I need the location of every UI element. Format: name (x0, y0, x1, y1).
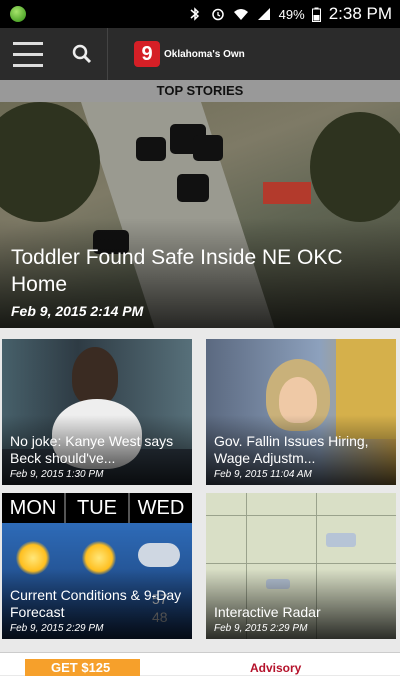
ad-offer: GET $125 (25, 659, 140, 676)
signal-icon (257, 8, 270, 20)
story-card[interactable]: Interactive Radar Feb 9, 2015 2:29 PM (206, 493, 396, 639)
card-date: Feb 9, 2015 2:29 PM (214, 623, 308, 634)
forecast-day: WED (137, 497, 185, 519)
battery-percent: 49% (278, 6, 305, 22)
bluetooth-icon (190, 7, 199, 21)
hero-image-car (177, 174, 209, 202)
map-border (206, 515, 396, 516)
cloud-icon (138, 543, 180, 567)
menu-icon (13, 38, 43, 71)
section-title: TOP STORIES (0, 80, 400, 102)
alarm-icon (211, 8, 224, 21)
card-title: Current Conditions & 9-Day Forecast (10, 587, 182, 620)
brand-name: Oklahoma's Own (164, 48, 245, 60)
hero-date: Feb 9, 2015 2:14 PM (11, 303, 144, 319)
clock: 2:38 PM (328, 4, 392, 23)
story-image-person (72, 347, 118, 405)
brand-logo: 9 Oklahoma's Own (108, 41, 245, 67)
forecast-day: TUE (66, 493, 130, 523)
hero-image-truck (263, 182, 311, 204)
hero-image-tree (310, 112, 400, 222)
menu-button[interactable] (0, 28, 56, 80)
search-button[interactable] (56, 28, 108, 80)
card-date: Feb 9, 2015 1:30 PM (10, 469, 104, 480)
status-bar: 49% 2:38 PM (0, 0, 400, 28)
wifi-icon (233, 9, 248, 20)
story-card[interactable]: Gov. Fallin Issues Hiring, Wage Adjustm.… (206, 339, 396, 485)
green-notification-icon (10, 6, 26, 22)
status-icons: 49% (187, 7, 321, 22)
card-title: Interactive Radar (214, 604, 321, 620)
battery-icon (311, 7, 321, 22)
forecast-day: MON (2, 493, 66, 523)
ad-brand: Advisory (250, 661, 302, 675)
app-bar: 9 Oklahoma's Own (0, 28, 400, 80)
hero-headline: Toddler Found Safe Inside NE OKC Home (11, 246, 343, 296)
forecast-days: MON TUE WED (2, 493, 192, 523)
hero-image-car (136, 137, 166, 161)
hero-story[interactable]: Toddler Found Safe Inside NE OKC Home Fe… (0, 102, 400, 328)
hero-image-car (193, 135, 223, 161)
card-title: No joke: Kanye West says Beck should've.… (10, 433, 174, 466)
channel-badge: 9 (134, 41, 160, 67)
story-card[interactable]: MON TUE WED 57 48 Current Conditions & 9… (2, 493, 192, 639)
ad-banner[interactable]: GET $125 Advisory (0, 652, 400, 676)
map-lake (326, 533, 356, 547)
card-title: Gov. Fallin Issues Hiring, Wage Adjustm.… (214, 433, 369, 466)
story-card[interactable]: No joke: Kanye West says Beck should've.… (2, 339, 192, 485)
map-border (206, 563, 396, 564)
card-date: Feb 9, 2015 2:29 PM (10, 623, 104, 634)
search-icon (72, 44, 91, 64)
card-date: Feb 9, 2015 11:04 AM (214, 469, 312, 480)
